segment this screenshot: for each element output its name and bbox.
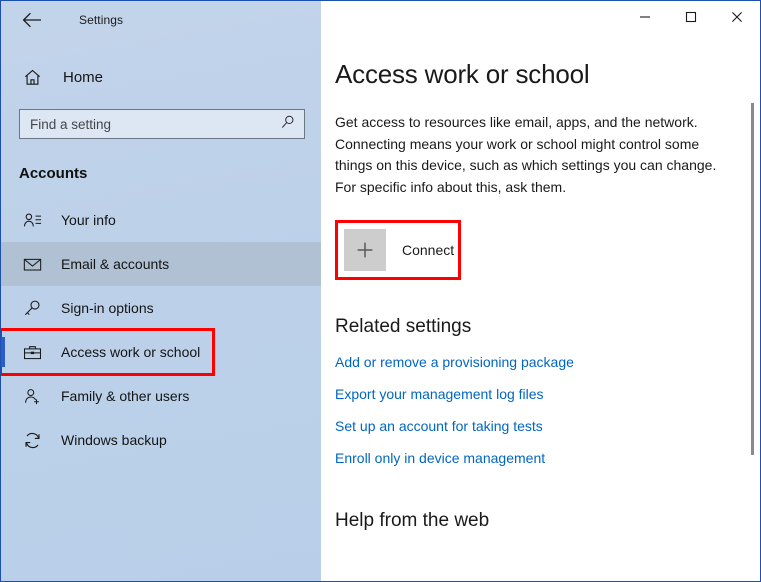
app-title: Settings (79, 13, 124, 27)
sidebar-item-windows-backup-label: Windows backup (61, 432, 167, 448)
content-pane: Access work or school Get access to reso… (321, 1, 760, 581)
maximize-button[interactable] (668, 1, 714, 32)
sidebar-item-home[interactable]: Home (1, 57, 321, 97)
sidebar-item-sign-in-options[interactable]: Sign-in options (1, 286, 321, 330)
sidebar-item-access-work-or-school[interactable]: Access work or school (1, 328, 215, 376)
search-box[interactable] (19, 109, 305, 139)
sidebar-item-home-label: Home (63, 68, 104, 86)
link-enroll-only-device-management[interactable]: Enroll only in device management (335, 450, 545, 466)
page-description: Get access to resources like email, apps… (335, 114, 717, 195)
sidebar: Settings Home Accounts (1, 1, 321, 581)
page-body: Access work or school Get access to reso… (321, 37, 760, 532)
sidebar-item-family-other-users-label: Family & other users (61, 388, 190, 404)
sidebar-item-email-accounts[interactable]: Email & accounts (1, 242, 321, 286)
minimize-button[interactable] (622, 1, 668, 32)
user-add-icon (19, 387, 45, 406)
link-add-remove-provisioning-package[interactable]: Add or remove a provisioning package (335, 354, 574, 370)
sync-icon (19, 431, 45, 450)
related-settings-links: Add or remove a provisioning package Exp… (335, 354, 760, 466)
connect-button-highlight: Connect (335, 220, 461, 280)
sidebar-item-access-work-or-school-label: Access work or school (61, 344, 201, 360)
settings-window: Settings Home Accounts (0, 0, 761, 582)
envelope-icon (19, 255, 45, 274)
page-title: Access work or school (335, 59, 590, 89)
scrollbar-thumb[interactable] (751, 103, 754, 455)
content-scrollbar[interactable] (748, 45, 756, 573)
user-info-icon (19, 211, 45, 230)
sidebar-item-windows-backup[interactable]: Windows backup (1, 418, 321, 462)
search-input[interactable] (30, 116, 280, 132)
search-icon (280, 114, 296, 135)
help-from-web-heading: Help from the web (335, 510, 490, 531)
home-icon (17, 68, 47, 87)
close-button[interactable] (714, 1, 760, 32)
connect-button-label: Connect (402, 242, 455, 258)
sidebar-item-your-info[interactable]: Your info (1, 198, 321, 242)
related-settings-heading: Related settings (335, 316, 472, 337)
link-export-management-log-files[interactable]: Export your management log files (335, 386, 544, 402)
briefcase-icon (19, 343, 45, 362)
link-set-up-account-taking-tests[interactable]: Set up an account for taking tests (335, 418, 543, 434)
connect-button[interactable]: Connect (339, 224, 457, 276)
sidebar-nav: Your info Email & accounts Sign-in optio… (1, 198, 321, 462)
sidebar-item-email-accounts-label: Email & accounts (61, 256, 170, 272)
sidebar-category-heading: Accounts (19, 165, 88, 182)
sidebar-titlebar: Settings (1, 1, 321, 39)
window-controls (321, 1, 760, 37)
back-icon[interactable] (17, 5, 47, 35)
sidebar-item-your-info-label: Your info (61, 212, 116, 228)
sidebar-item-family-other-users[interactable]: Family & other users (1, 374, 321, 418)
plus-icon (344, 229, 386, 271)
sidebar-item-sign-in-options-label: Sign-in options (61, 300, 154, 316)
key-icon (19, 299, 45, 318)
